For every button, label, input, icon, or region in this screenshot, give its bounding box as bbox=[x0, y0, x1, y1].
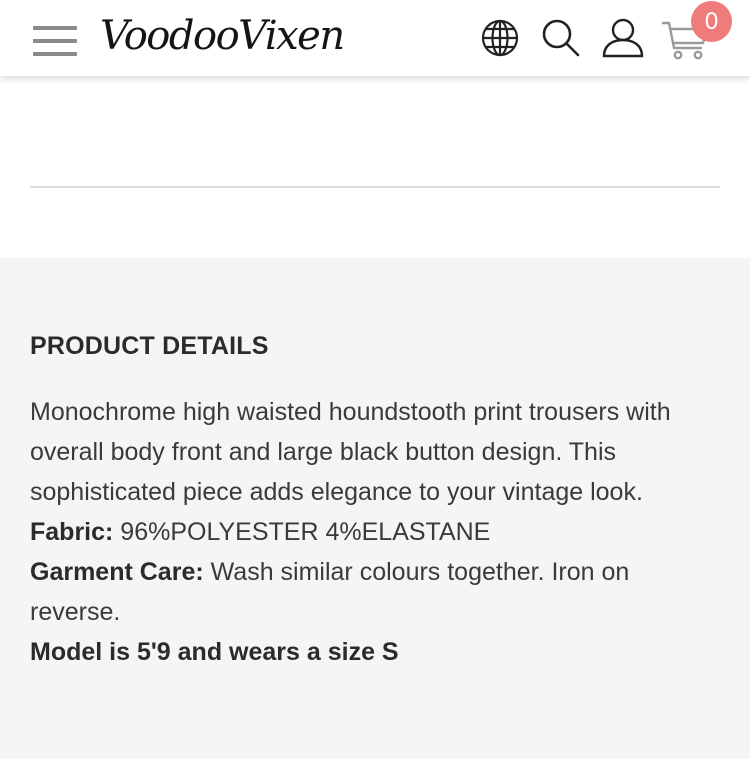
menu-bar bbox=[33, 52, 77, 56]
brand-logo[interactable]: VoodooVixen bbox=[100, 8, 345, 64]
account-icon[interactable] bbox=[601, 14, 645, 62]
section-divider bbox=[30, 186, 720, 188]
model-info-line: Model is 5'9 and wears a size S bbox=[30, 632, 720, 672]
fabric-label: Fabric: bbox=[30, 518, 114, 546]
care-line: Garment Care: Wash similar colours toget… bbox=[30, 552, 720, 632]
menu-icon[interactable] bbox=[33, 24, 79, 60]
fabric-line: Fabric: 96%POLYESTER 4%ELASTANE bbox=[30, 512, 720, 552]
cart-count-badge[interactable]: 0 bbox=[691, 1, 732, 42]
model-info: Model is 5'9 and wears a size S bbox=[30, 638, 399, 666]
product-description: Monochrome high waisted houndstooth prin… bbox=[30, 398, 671, 506]
product-details-section: PRODUCT DETAILS Monochrome high waisted … bbox=[0, 258, 750, 759]
product-details-body: Monochrome high waisted houndstooth prin… bbox=[30, 392, 720, 672]
menu-bar bbox=[33, 26, 77, 30]
menu-bar bbox=[33, 39, 77, 43]
fabric-value: 96%POLYESTER 4%ELASTANE bbox=[113, 518, 491, 546]
globe-icon[interactable] bbox=[478, 14, 522, 62]
search-icon[interactable] bbox=[539, 14, 583, 62]
care-label: Garment Care: bbox=[30, 558, 204, 586]
product-details-title: PRODUCT DETAILS bbox=[30, 332, 269, 360]
site-header: VoodooVixen 0 bbox=[0, 0, 750, 76]
